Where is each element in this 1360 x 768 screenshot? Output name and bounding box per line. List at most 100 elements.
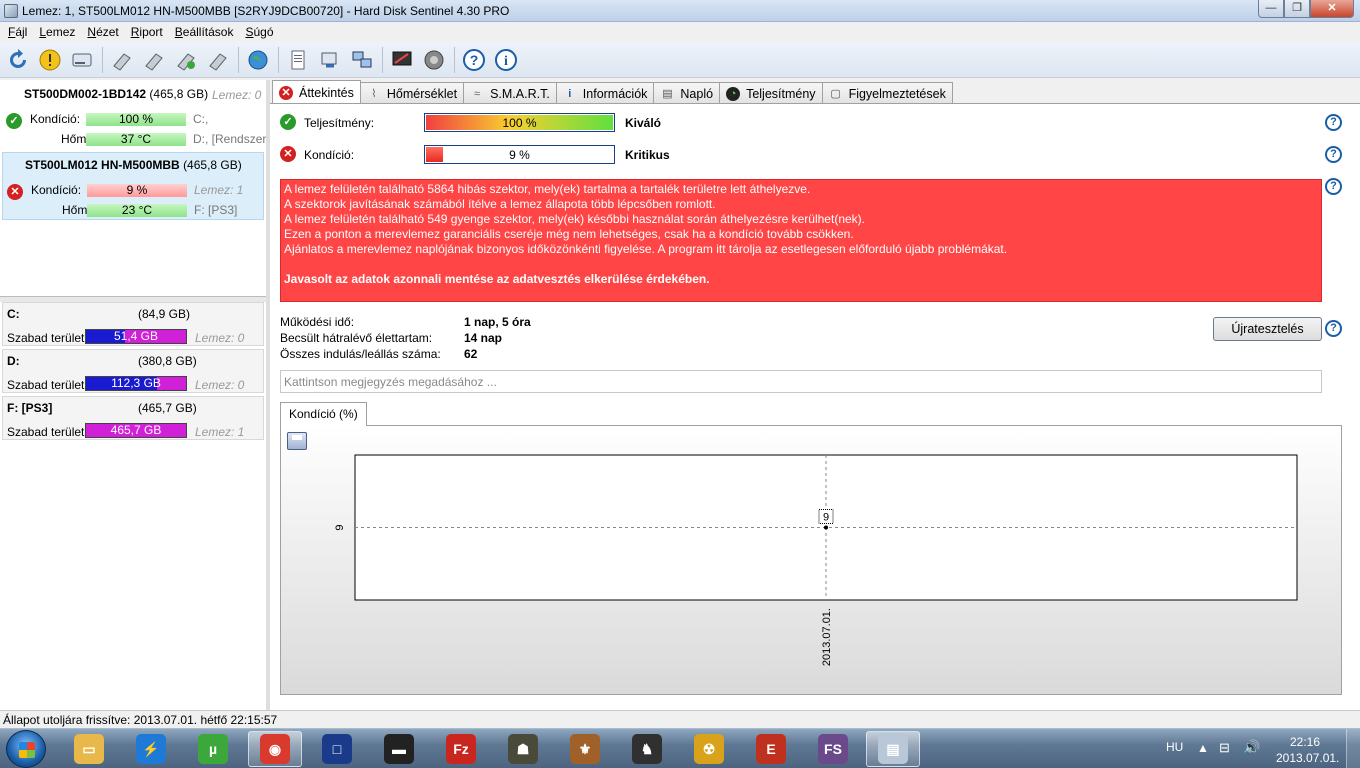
performance-value: 100 %	[502, 116, 537, 130]
note-input[interactable]: Kattintson megjegyzés megadásához ...	[280, 370, 1322, 393]
taskbar-button[interactable]: ▭	[62, 731, 116, 767]
menu-help[interactable]: Súgó	[239, 25, 279, 39]
volume-entry[interactable]: F: [PS3] (465,7 GB) Szabad terület 465,7…	[2, 396, 264, 440]
svg-text:i: i	[504, 54, 508, 69]
start-button[interactable]	[6, 730, 46, 768]
taskbar-button[interactable]: □	[310, 731, 364, 767]
refresh-icon[interactable]	[4, 46, 32, 74]
toolbar-separator	[382, 46, 383, 73]
help-icon[interactable]: ?	[1325, 114, 1342, 131]
tab-overview[interactable]: ✕ Áttekintés	[272, 80, 361, 104]
taskbar-button[interactable]: E	[744, 731, 798, 767]
taskbar-button[interactable]: ⚜	[558, 731, 612, 767]
taskbar-button[interactable]: ☗	[496, 731, 550, 767]
alert-icon[interactable]	[36, 46, 64, 74]
tab-label: Áttekintés	[299, 85, 354, 100]
menu-view[interactable]: Nézet	[81, 25, 124, 39]
menu-settings[interactable]: Beállítások	[169, 25, 240, 39]
disk-name: ST500DM002-1BD142 (465,8 GB)	[24, 87, 208, 101]
globe-icon[interactable]	[244, 46, 272, 74]
taskbar-button[interactable]: ◉	[248, 731, 302, 767]
volume-entry[interactable]: D: (380,8 GB) Szabad terület 112,3 GB Le…	[2, 349, 264, 393]
tab-information[interactable]: i Információk	[555, 82, 655, 104]
status-bar: Állapot utoljára frissítve: 2013.07.01. …	[0, 710, 1360, 728]
uptime-label: Működési idő:	[280, 315, 355, 329]
disk-size: (465,8 GB)	[149, 87, 209, 101]
tab-performance[interactable]: ◔ Teljesítmény	[719, 82, 823, 104]
volume-tray-icon[interactable]: 🔊	[1243, 739, 1260, 768]
performance-icon: ◔	[726, 86, 741, 101]
free-space-bar: 465,7 GB	[85, 423, 187, 438]
maximize-button[interactable]: ❐	[1284, 0, 1310, 18]
taskbar-game-icon: ☗	[508, 734, 538, 764]
volume-name: D:	[7, 354, 20, 368]
menu-file[interactable]: Fájl	[2, 25, 33, 39]
tab-temperature[interactable]: ⌇ Hőmérséklet	[359, 82, 465, 104]
retest-button[interactable]: Újratesztelés	[1213, 317, 1322, 341]
taskbar-button[interactable]: ▬	[372, 731, 426, 767]
error-icon: ✕	[7, 184, 23, 200]
help-icon[interactable]: ?	[1325, 320, 1342, 337]
condition-label: Kondíció:	[30, 112, 81, 126]
taskbar-button[interactable]: ☢	[682, 731, 736, 767]
report-icon[interactable]	[284, 46, 312, 74]
drive-info-icon[interactable]	[108, 46, 136, 74]
taskbar-button[interactable]: Fz	[434, 731, 488, 767]
taskbar-button[interactable]: µ	[186, 731, 240, 767]
sync-icon[interactable]	[316, 46, 344, 74]
taskbar-chrome-icon: ◉	[260, 734, 290, 764]
tab-log[interactable]: ▤ Napló	[653, 82, 721, 104]
disk-entry[interactable]: ST500DM002-1BD142 (465,8 GB) Lemez: 0 ✓ …	[2, 82, 266, 150]
taskbar-button[interactable]: FS	[806, 731, 860, 767]
toolbar-separator	[278, 46, 279, 73]
taskbar-utorrent-icon: µ	[198, 734, 228, 764]
taskbar-button[interactable]: ▤	[866, 731, 920, 767]
disk-icon[interactable]	[68, 46, 96, 74]
taskbar-button[interactable]: ♞	[620, 731, 674, 767]
drive-ok-icon[interactable]	[172, 46, 200, 74]
uptime-value: 1 nap, 5 óra	[464, 315, 531, 329]
disk-entry-selected[interactable]: ST500LM012 HN-M500MBB (465,8 GB) ✕ Kondí…	[2, 152, 264, 220]
alert-line: Ezen a ponton a merevlemez garanciális c…	[284, 227, 854, 241]
tab-smart[interactable]: ≈ S.M.A.R.T.	[463, 82, 557, 104]
performance-label: Teljesítmény:	[304, 116, 375, 130]
free-space-value: 112,3 GB	[111, 376, 161, 390]
performance-rating: Kiváló	[625, 116, 662, 130]
free-space-value: 51,4 GB	[113, 329, 159, 343]
condition-rating: Kritikus	[625, 148, 670, 162]
show-desktop-button[interactable]	[1346, 729, 1360, 768]
chart-tab[interactable]: Kondíció (%)	[280, 402, 367, 426]
smart-icon: ≈	[474, 87, 481, 100]
volume-size: (380,8 GB)	[138, 354, 197, 368]
minimize-button[interactable]: —	[1258, 0, 1284, 18]
condition-bar: 9 %	[424, 145, 615, 164]
menu-bar: Fájl Lemez Nézet Riport Beállítások Súgó	[0, 22, 1360, 42]
taskbar: ▭ ⚡ µ ◉ □ ▬ Fz ☗ ⚜ ♞ ☢ E FS ▤ HU ▲ ⊟ 🔊 22:16 2013.07.…	[0, 728, 1360, 768]
language-indicator[interactable]: HU	[1166, 740, 1183, 768]
error-icon: ✕	[279, 85, 293, 100]
chart-container: 9 9 2013.07.01.	[280, 425, 1342, 695]
drive-tool-icon[interactable]	[204, 46, 232, 74]
menu-view-label: ézet	[96, 25, 119, 39]
show-hidden-icons-icon[interactable]: ▲	[1197, 741, 1209, 768]
network-icon[interactable]	[348, 46, 376, 74]
menu-disk[interactable]: Lemez	[33, 25, 81, 39]
alert-line: Ajánlatos a merevlemez naplójának bizony…	[284, 242, 1008, 256]
menu-report[interactable]: Riport	[125, 25, 169, 39]
free-space-label: Szabad terület	[7, 425, 85, 439]
drive-test-icon[interactable]	[140, 46, 168, 74]
help-icon[interactable]: ?	[1325, 178, 1342, 195]
monitor-icon[interactable]	[388, 46, 416, 74]
help-icon[interactable]: ?	[1325, 146, 1342, 163]
menu-report-label: iport	[139, 25, 163, 39]
condition-label: Kondíció:	[304, 148, 355, 162]
taskbar-button[interactable]: ⚡	[124, 731, 178, 767]
tab-warnings[interactable]: ▢ Figyelmeztetések	[821, 82, 953, 104]
close-button[interactable]: ✕	[1310, 0, 1354, 18]
help-icon[interactable]: ?	[460, 46, 488, 74]
volume-entry[interactable]: C: (84,9 GB) Szabad terület 51,4 GB Leme…	[2, 302, 264, 346]
network-tray-icon[interactable]: ⊟	[1219, 740, 1230, 768]
info-icon[interactable]: i	[492, 46, 520, 74]
clock-date[interactable]: 2013.07.01.	[1276, 751, 1339, 768]
sound-icon[interactable]	[420, 46, 448, 74]
